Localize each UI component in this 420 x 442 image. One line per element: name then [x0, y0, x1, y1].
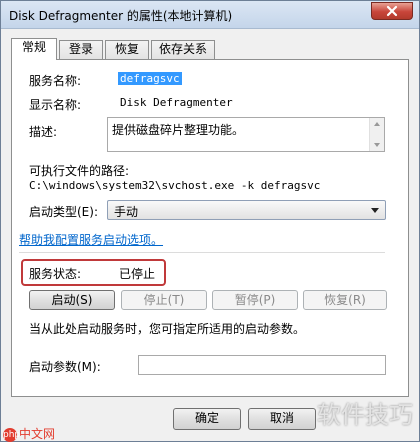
display-name-value[interactable]: Disk Defragmenter: [120, 96, 233, 109]
tab-dependencies[interactable]: 依存关系: [151, 40, 215, 59]
start-params-hint: 当从此处启动服务时，您可指定所适用的启动参数。: [29, 322, 306, 336]
service-name-label: 服务名称:: [29, 74, 82, 88]
resume-button[interactable]: 恢复(R): [303, 290, 387, 310]
start-params-input[interactable]: [138, 355, 386, 375]
ok-button[interactable]: 确定: [173, 408, 241, 430]
properties-window: Disk Defragmenter 的属性(本地计算机) 常规 登录 恢复 依存…: [0, 0, 420, 442]
pause-button[interactable]: 暂停(P): [212, 290, 298, 310]
exe-path-value[interactable]: C:\windows\system32\svchost.exe -k defra…: [29, 179, 320, 192]
tab-recovery[interactable]: 恢复: [105, 40, 149, 59]
php-logo-icon: php: [3, 427, 21, 442]
close-icon: [386, 5, 398, 17]
watermark-right: 软件技巧: [317, 401, 413, 429]
exe-path-label: 可执行文件的路径:: [29, 164, 130, 178]
display-name-label: 显示名称:: [29, 98, 82, 112]
tab-general[interactable]: 常规: [11, 38, 57, 60]
startup-type-value: 手动: [114, 205, 139, 219]
start-params-label: 启动参数(M):: [29, 360, 101, 374]
watermark-left-text: 中文网: [19, 427, 56, 441]
scroll-up-icon[interactable]: [374, 122, 380, 126]
close-button[interactable]: [371, 2, 413, 20]
chevron-down-icon: [371, 208, 379, 213]
description-scrollbar[interactable]: [369, 118, 384, 151]
window-title: Disk Defragmenter 的属性(本地计算机): [9, 9, 233, 23]
description-box[interactable]: 提供磁盘碎片整理功能。: [107, 117, 385, 152]
description-label: 描述:: [29, 125, 58, 139]
tab-logon[interactable]: 登录: [59, 40, 103, 59]
cancel-button[interactable]: 取消: [248, 408, 316, 430]
watermark-left: php中文网: [3, 425, 55, 442]
stop-button[interactable]: 停止(T): [121, 290, 207, 310]
help-configure-link[interactable]: 帮助我配置服务启动选项。: [19, 231, 163, 248]
title-bar[interactable]: Disk Defragmenter 的属性(本地计算机): [1, 1, 419, 29]
service-name-value[interactable]: defragsvc: [118, 72, 182, 85]
divider: [19, 252, 385, 253]
start-button[interactable]: 启动(S): [29, 290, 115, 310]
scroll-down-icon[interactable]: [374, 143, 380, 147]
description-value: 提供磁盘碎片整理功能。: [112, 123, 245, 137]
service-status-value: 已停止: [119, 267, 156, 281]
service-status-label: 服务状态:: [29, 267, 82, 281]
startup-type-select[interactable]: 手动: [107, 200, 386, 220]
startup-type-label: 启动类型(E):: [29, 205, 98, 219]
